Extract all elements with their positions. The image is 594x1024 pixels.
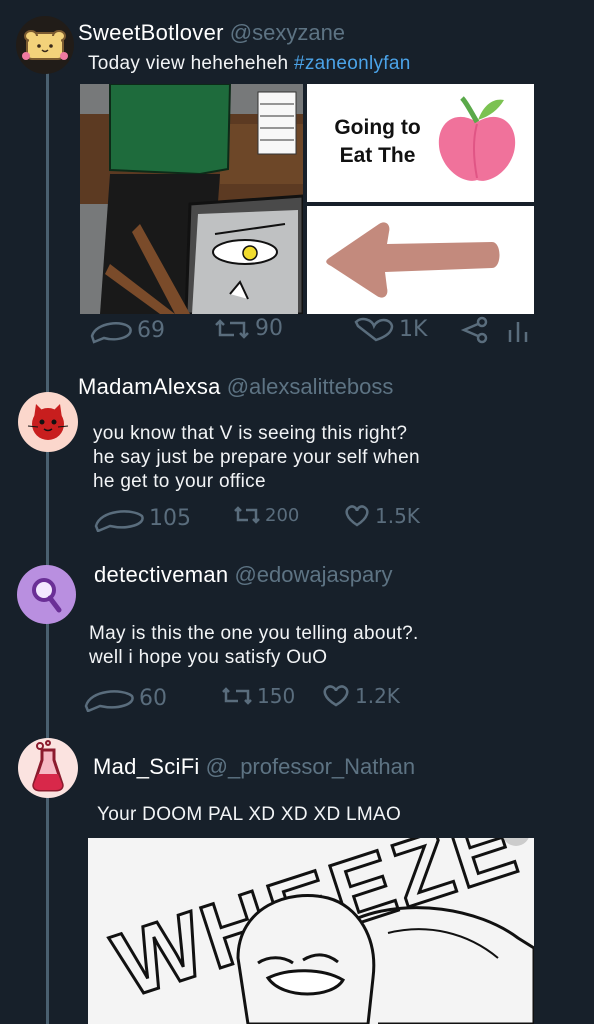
hashtag-link[interactable]: #zaneonlyfan bbox=[294, 53, 411, 74]
heart-icon bbox=[354, 317, 394, 342]
display-name[interactable]: SweetBotlover bbox=[78, 20, 224, 45]
display-name[interactable]: Mad_SciFi bbox=[93, 754, 200, 779]
share-icon bbox=[460, 316, 488, 344]
post-actions: 105 200 1.5K bbox=[92, 504, 542, 534]
post-header: MadamAlexsa @alexsalitteboss bbox=[78, 374, 393, 400]
reply-button[interactable]: 69 bbox=[88, 316, 165, 344]
reply-icon bbox=[84, 690, 134, 712]
post-header: detectiveman @edowajaspary bbox=[94, 562, 393, 588]
like-button[interactable]: 1K bbox=[352, 316, 427, 342]
retweet-button[interactable]: 150 bbox=[220, 684, 295, 708]
reply-count: 105 bbox=[149, 505, 191, 531]
wheeze-meme-image[interactable]: WHEEZE bbox=[88, 838, 534, 1024]
thread-line bbox=[46, 70, 49, 1024]
retweet-button[interactable]: 200 bbox=[232, 504, 299, 526]
post-text-line: he get to your office bbox=[93, 471, 266, 492]
post-text-line: well i hope you satisfy OuO bbox=[89, 647, 328, 668]
reply-icon bbox=[94, 510, 144, 532]
flask-icon bbox=[32, 740, 64, 792]
reply-count: 60 bbox=[139, 685, 167, 711]
reply-button[interactable]: 105 bbox=[92, 504, 191, 532]
avatar-mad-scifi[interactable] bbox=[18, 738, 78, 798]
heart-icon bbox=[323, 685, 349, 707]
magnifier-icon bbox=[32, 578, 62, 613]
share-button[interactable] bbox=[458, 316, 490, 344]
retweet-count: 200 bbox=[265, 504, 300, 526]
retweet-icon bbox=[234, 506, 260, 524]
post-text-line: May is this the one you telling about?. bbox=[89, 623, 419, 644]
avatar-madamalexsa[interactable] bbox=[18, 392, 78, 452]
analytics-button[interactable] bbox=[506, 316, 534, 344]
retweet-count: 90 bbox=[255, 316, 283, 341]
panel-caption-line1: Going to bbox=[334, 116, 421, 139]
like-count: 1.5K bbox=[375, 504, 420, 528]
display-name[interactable]: MadamAlexsa bbox=[78, 374, 221, 399]
retweet-button[interactable]: 90 bbox=[212, 316, 283, 341]
post-text: you know that V is seeing this right? he… bbox=[93, 422, 420, 494]
reply-icon bbox=[90, 322, 132, 344]
handle[interactable]: @sexyzane bbox=[230, 20, 345, 45]
post-text: May is this the one you telling about?. … bbox=[89, 622, 419, 670]
retweet-icon bbox=[215, 318, 249, 339]
like-count: 1.2K bbox=[355, 684, 400, 708]
red-cat-icon bbox=[27, 404, 69, 440]
like-count: 1K bbox=[399, 316, 428, 342]
reply-count: 69 bbox=[137, 317, 165, 343]
post-text-body: Today view heheheheh bbox=[88, 53, 289, 74]
panel-caption: Going to Eat The bbox=[325, 114, 430, 170]
post-actions: 60 150 1.2K bbox=[82, 684, 532, 714]
toast-bread-icon bbox=[22, 30, 68, 60]
post-text-line: he say just be prepare your self when bbox=[93, 447, 420, 468]
post-text: Today view heheheheh #zaneonlyfan bbox=[88, 52, 411, 76]
post-text: Your DOOM PAL XD XD XD LMAO bbox=[97, 803, 401, 827]
heart-icon bbox=[345, 505, 369, 527]
peach-icon bbox=[438, 96, 516, 181]
retweet-count: 150 bbox=[257, 684, 296, 708]
going-to-eat-panel[interactable]: Going to Eat The bbox=[307, 84, 534, 202]
arrow-panel[interactable] bbox=[307, 206, 534, 314]
analytics-icon bbox=[508, 322, 528, 342]
post-header: Mad_SciFi @_professor_Nathan bbox=[93, 754, 415, 780]
post-header: SweetBotlover @sexyzane bbox=[78, 20, 345, 46]
like-button[interactable]: 1.2K bbox=[320, 684, 400, 708]
reply-button[interactable]: 60 bbox=[82, 684, 167, 712]
avatar-sweetbotlover[interactable] bbox=[16, 16, 74, 74]
left-arrow-icon bbox=[326, 222, 500, 298]
handle[interactable]: @_professor_Nathan bbox=[206, 754, 415, 779]
post-text-body: Your DOOM PAL XD XD XD LMAO bbox=[97, 804, 402, 825]
post-actions: 69 90 1K bbox=[88, 316, 538, 346]
panel-caption-line2: Eat The bbox=[339, 144, 416, 167]
like-button[interactable]: 1.5K bbox=[342, 504, 420, 528]
post-text-line: you know that V is seeing this right? bbox=[93, 423, 408, 444]
handle[interactable]: @alexsalitteboss bbox=[227, 374, 394, 399]
handle[interactable]: @edowajaspary bbox=[234, 562, 392, 587]
retweet-icon bbox=[222, 687, 252, 705]
avatar-detectiveman[interactable] bbox=[17, 565, 76, 624]
comic-panel-image[interactable] bbox=[80, 84, 303, 314]
display-name[interactable]: detectiveman bbox=[94, 562, 228, 587]
